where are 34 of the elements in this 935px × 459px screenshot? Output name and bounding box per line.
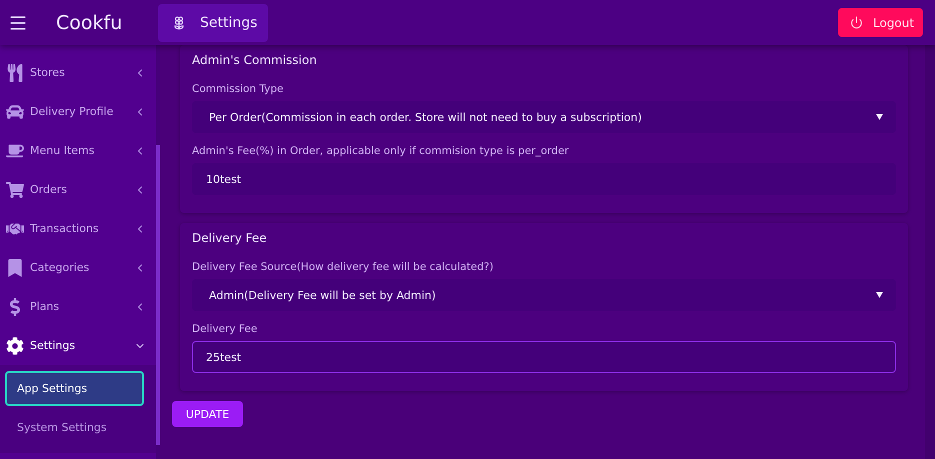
field-label: Commission Type bbox=[192, 83, 285, 95]
power-icon bbox=[850, 16, 863, 29]
settings-icon bbox=[6, 336, 24, 354]
input-field[interactable]: 10test bbox=[192, 163, 896, 195]
sidebar-item[interactable]: Categories bbox=[0, 248, 156, 287]
utensils-icon bbox=[6, 64, 24, 82]
field-label: Delivery Fee bbox=[192, 323, 258, 335]
sidebar-item[interactable]: Orders bbox=[0, 170, 156, 209]
update-button[interactable]: UPDATE bbox=[172, 401, 243, 427]
sidebar-item[interactable]: Plans bbox=[0, 287, 156, 326]
caret-icon bbox=[876, 292, 883, 298]
sidebar-item[interactable]: Stores bbox=[0, 53, 156, 92]
section-title: Delivery Fee bbox=[192, 231, 268, 245]
input-field[interactable]: 25test bbox=[192, 341, 896, 373]
select-field[interactable]: Admin(Delivery Fee will be set by Admin) bbox=[192, 279, 896, 311]
section-title: Admin's Commission bbox=[192, 53, 318, 67]
page-title: Settings bbox=[200, 14, 258, 30]
sidebar-item[interactable]: Transactions bbox=[0, 209, 156, 248]
bookmark-icon bbox=[6, 258, 24, 276]
sidebar-item[interactable]: Delivery Profile bbox=[0, 92, 156, 131]
sidebar-item[interactable]: Settings bbox=[0, 326, 156, 365]
flower-icon bbox=[172, 16, 186, 30]
cart-icon bbox=[6, 180, 24, 198]
logout-button[interactable]: Logout bbox=[838, 8, 923, 37]
field-label: Delivery Fee Source(How delivery fee will be calculated?) bbox=[192, 261, 494, 273]
sidebar-item[interactable]: Menu Items bbox=[0, 131, 156, 170]
coffee-cup-icon bbox=[6, 142, 24, 160]
car-icon bbox=[6, 102, 24, 120]
select-field[interactable]: Per Order(Commission in each order. Store will not need to buy a subscription) bbox=[192, 101, 896, 133]
submenu-item[interactable]: App Settings bbox=[5, 371, 144, 406]
field-label: Admin's Fee(%) in Order, applicable only if commision type is per_order bbox=[192, 145, 570, 157]
caret-icon bbox=[876, 114, 883, 120]
submenu-item[interactable]: System Settings bbox=[5, 410, 144, 445]
brand-name: Cookfu bbox=[56, 12, 124, 34]
